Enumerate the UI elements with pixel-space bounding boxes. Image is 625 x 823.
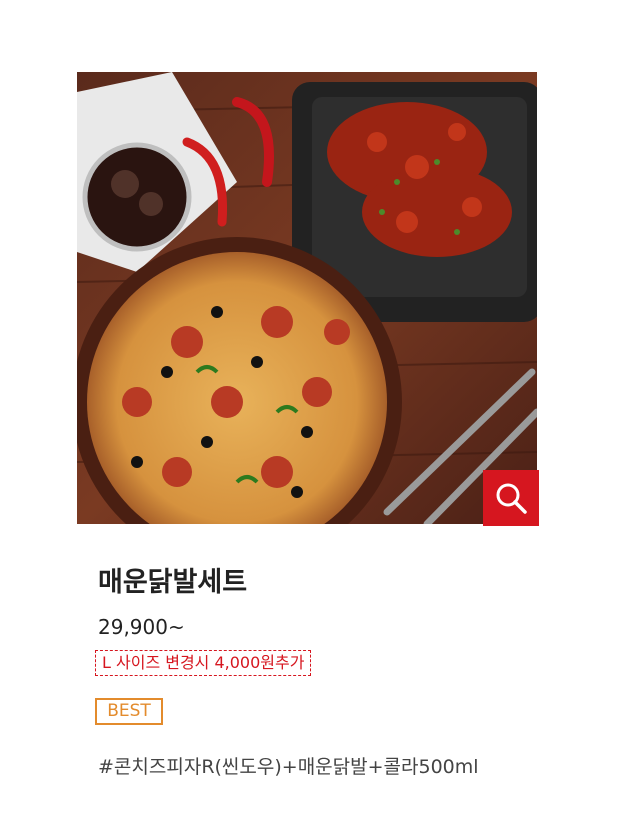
product-title: 매운닭발세트 [98,567,248,598]
product-description: #콘치즈피자R(씬도우)+매운닭발+콜라500ml [98,756,479,778]
magnifier-icon [496,483,527,514]
product-card: 매운닭발세트 29,900~ L 사이즈 변경시 4,000원추가 BEST #… [0,0,625,823]
zoom-button[interactable] [483,470,539,526]
product-price: 29,900~ [98,615,185,639]
size-upgrade-note: L 사이즈 변경시 4,000원추가 [95,650,312,676]
product-photo-illustration [77,72,537,524]
product-photo[interactable] [77,72,537,524]
best-badge: BEST [95,698,163,725]
